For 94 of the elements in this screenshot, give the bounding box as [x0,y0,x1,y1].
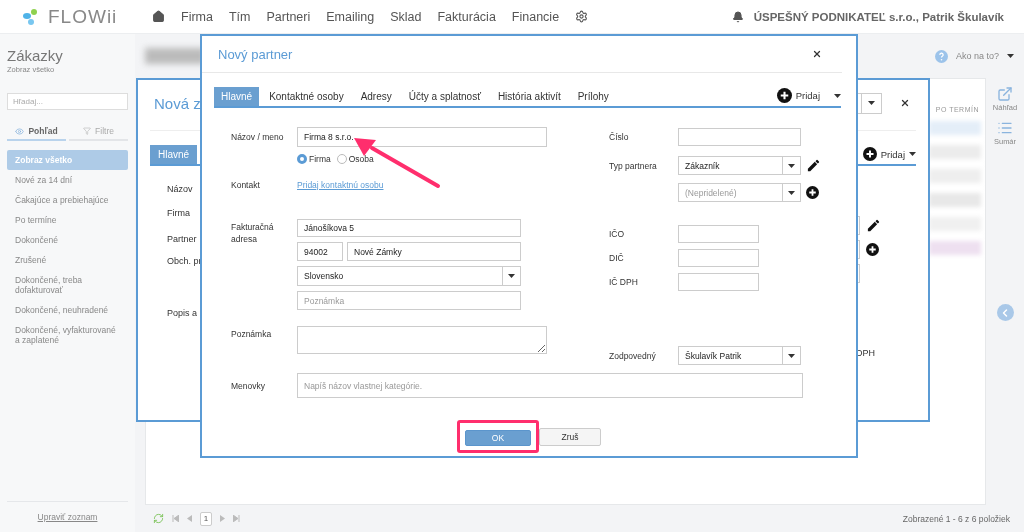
pencil-icon[interactable] [806,158,821,173]
nav-link[interactable]: Firma [181,9,213,24]
caret-icon [788,163,795,168]
nav-link[interactable]: Financie [511,9,560,24]
sidebar-item[interactable]: Dokončené [7,230,128,250]
radio-option[interactable]: Firma [297,154,331,164]
field-label: Poznámka [231,328,273,340]
external-link-icon [997,86,1013,102]
add-button[interactable]: Pridaj [776,88,841,106]
next-page-icon[interactable] [220,515,225,522]
caret-icon [1007,54,1014,58]
field-label: Firma [167,208,191,218]
caret-icon [909,152,916,156]
page-number[interactable]: 1 [200,511,212,526]
caret-icon [788,190,795,195]
eye-icon [15,126,25,136]
vat-id-field[interactable] [678,273,759,291]
address-note-field[interactable]: Poznámka [297,291,521,310]
sidebar-tab[interactable]: Pohľad [7,123,66,141]
close-icon[interactable] [900,98,910,108]
sidebar-item[interactable]: Dokončené, vyfakturované a zaplatené [7,320,128,350]
field-label: Číslo [609,131,630,143]
filter-icon [83,127,92,135]
caret-icon [508,274,515,278]
last-page-icon[interactable] [233,515,240,522]
city-field[interactable]: Nové Zámky [347,242,521,261]
field-label: Partner [167,234,198,244]
responsible-select[interactable]: Škulavík Patrik [678,346,801,365]
zip-field[interactable]: 94002 [297,242,343,261]
tab[interactable]: Účty a splatnosť [401,87,488,106]
tab[interactable]: História aktivít [490,87,568,106]
radio-option[interactable]: Osoba [336,154,374,164]
home-icon[interactable] [152,10,165,23]
nav-link[interactable]: Sklad [390,9,422,24]
refresh-icon[interactable] [153,513,164,524]
sidebar-item[interactable]: Nové za 14 dní [7,170,128,190]
plus-icon[interactable] [866,243,879,256]
country-select[interactable]: Slovensko [297,266,521,286]
field-label: Názov [167,184,194,194]
caret-icon [834,93,841,98]
dialog-title: Nový partner [218,46,293,62]
account-name[interactable]: ÚSPEŠNÝ PODNIKATEĽ s.r.o., Patrik Škulavík [753,10,1004,23]
item-count: Zobrazené 1 - 6 z 6 položiek [902,513,1010,524]
cancel-button[interactable]: Zruš [539,427,601,446]
partner-type-select[interactable]: Zákazník [678,156,801,175]
sidebar-item[interactable]: Zrušené [7,250,128,270]
tab[interactable]: Prílohy [570,87,616,106]
caret-icon [788,353,795,358]
settings-icon[interactable] [575,10,589,23]
ico-field[interactable] [678,225,759,243]
field-label: Typ partnera [609,159,658,172]
tab[interactable]: Kontaktné osoby [262,87,351,106]
tags-field[interactable]: Napíš názov vlastnej kategórie. [297,373,803,398]
field-label: Zodpovedný [609,349,657,362]
nav-link[interactable]: Tím [228,9,251,24]
sidebar-item[interactable]: Čakajúce a prebiehajúce [7,190,128,210]
sidebar-item[interactable]: Dokončené, neuhradené [7,300,128,320]
field-label: IČ DPH [609,276,639,288]
nav-link[interactable]: Emailing [326,9,375,24]
sidebar-item[interactable]: Po termíne [7,210,128,230]
plus-icon[interactable] [806,186,819,199]
collapse-button[interactable] [996,304,1014,321]
bell-icon[interactable] [731,10,744,23]
field-label: IČO [609,228,626,240]
dic-field[interactable] [678,249,759,267]
number-field[interactable] [678,128,801,146]
plus-icon[interactable] [862,147,877,161]
caret-icon [868,101,875,105]
note-field[interactable] [297,326,547,354]
first-page-icon[interactable] [172,515,179,522]
nav-link[interactable]: Fakturácia [437,9,496,24]
list-icon [997,120,1013,136]
field-label: Fakturačná adresa [231,221,275,245]
nav-link[interactable]: Partneri [266,9,311,24]
help-icon[interactable] [934,49,948,63]
plus-icon[interactable] [776,88,792,103]
add-button[interactable]: Pridaj [862,147,916,164]
close-icon[interactable] [812,49,822,59]
pencil-icon[interactable] [866,218,881,233]
name-field[interactable]: Firma 8 s.r.o. [297,127,547,147]
field-label: Názov / meno [231,131,285,143]
page-title: Zákazky [7,47,64,64]
tab[interactable]: Adresy [353,87,399,106]
dialog-title: Nová z [154,94,201,112]
logo-text: FLOWii [48,5,118,28]
sidebar-item[interactable]: Dokončené, treba dofakturovať [7,270,128,300]
street-field[interactable]: Jánošíkova 5 [297,219,521,237]
edit-list-link[interactable]: Upraviť zoznam [37,512,98,522]
search-field[interactable]: Hľadaj... [7,93,128,110]
field-label: Popis a [167,308,199,318]
field-label: Kontakt [231,179,261,191]
field-label: DIČ [609,252,625,264]
field-label: Menovky [231,379,266,392]
previous-page-icon[interactable] [187,515,192,522]
